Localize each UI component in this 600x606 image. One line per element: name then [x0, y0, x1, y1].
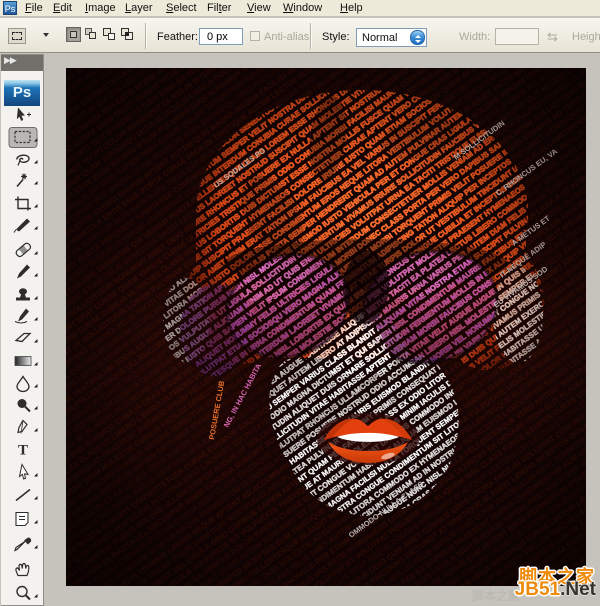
svg-text:T: T — [18, 443, 28, 459]
